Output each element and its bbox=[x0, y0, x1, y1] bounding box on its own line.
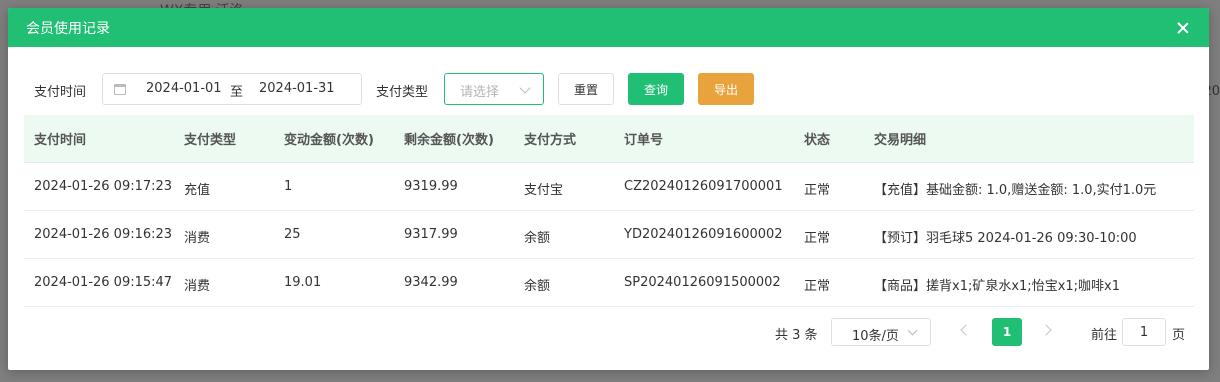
date-range-picker[interactable]: 2024-01-01 至 2024-01-31 bbox=[102, 73, 362, 105]
cell-change-amount: 19.01 bbox=[284, 275, 322, 290]
table-header: 支付时间 支付类型 变动金额(次数) 剩余金额(次数) 支付方式 订单号 状态 … bbox=[24, 115, 1194, 163]
total-count: 共 3 条 bbox=[775, 328, 818, 343]
pay-type-select[interactable]: 请选择 bbox=[444, 73, 544, 105]
pay-time-label: 支付时间 bbox=[34, 85, 87, 100]
reset-button[interactable]: 重置 bbox=[558, 73, 614, 105]
page-size-value: 10条/页 bbox=[852, 329, 899, 344]
cell-status: 正常 bbox=[804, 183, 831, 198]
goto-label: 前往 bbox=[1091, 328, 1118, 343]
page-number-current[interactable]: 1 bbox=[992, 318, 1022, 346]
goto-suffix: 页 bbox=[1172, 328, 1186, 343]
modal-title: 会员使用记录 bbox=[26, 20, 110, 37]
cell-pay-time: 2024-01-26 09:17:23 bbox=[34, 179, 173, 194]
records-table: 支付时间 支付类型 变动金额(次数) 剩余金额(次数) 支付方式 订单号 状态 … bbox=[24, 115, 1194, 307]
pagination: 共 3 条 10条/页 1 前往 页 bbox=[8, 317, 1209, 347]
next-page-icon[interactable] bbox=[1040, 324, 1052, 336]
header-pay-time: 支付时间 bbox=[34, 133, 87, 148]
table-row: 2024-01-26 09:15:47 消费 19.01 9342.99 余额 … bbox=[24, 259, 1194, 307]
date-start[interactable]: 2024-01-01 bbox=[146, 81, 222, 96]
cell-balance: 9319.99 bbox=[404, 179, 458, 194]
cell-pay-type: 充值 bbox=[184, 183, 211, 198]
cell-order-no: YD20240126091600002 bbox=[624, 227, 783, 242]
cell-change-amount: 1 bbox=[284, 179, 293, 194]
query-button[interactable]: 查询 bbox=[628, 73, 684, 105]
header-balance: 剩余金额(次数) bbox=[404, 133, 494, 148]
close-icon[interactable] bbox=[1175, 20, 1191, 36]
cell-detail: 【商品】搓背x1;矿泉水x1;怡宝x1;咖啡x1 bbox=[874, 279, 1120, 294]
cell-pay-type: 消费 bbox=[184, 231, 211, 246]
cell-pay-method: 余额 bbox=[524, 279, 551, 294]
cell-pay-type: 消费 bbox=[184, 279, 211, 294]
cell-balance: 9342.99 bbox=[404, 275, 458, 290]
cell-order-no: SP20240126091500002 bbox=[624, 275, 781, 290]
cell-order-no: CZ20240126091700001 bbox=[624, 179, 783, 194]
header-detail: 交易明细 bbox=[874, 133, 927, 148]
header-pay-method: 支付方式 bbox=[524, 133, 577, 148]
pay-type-label: 支付类型 bbox=[376, 85, 429, 100]
header-pay-type: 支付类型 bbox=[184, 133, 237, 148]
goto-page-input[interactable] bbox=[1122, 318, 1166, 346]
usage-record-modal: 会员使用记录 支付时间 2024-01-01 至 2024-01-31 支付类型… bbox=[8, 8, 1209, 370]
header-order-no: 订单号 bbox=[624, 133, 664, 148]
table-row: 2024-01-26 09:16:23 消费 25 9317.99 余额 YD2… bbox=[24, 211, 1194, 259]
date-separator: 至 bbox=[230, 85, 244, 100]
cell-pay-method: 支付宝 bbox=[524, 183, 564, 198]
cell-pay-time: 2024-01-26 09:15:47 bbox=[34, 275, 173, 290]
cell-change-amount: 25 bbox=[284, 227, 301, 242]
cell-status: 正常 bbox=[804, 231, 831, 246]
page-size-select[interactable]: 10条/页 bbox=[831, 318, 931, 346]
header-status: 状态 bbox=[804, 133, 831, 148]
modal-header: 会员使用记录 bbox=[8, 8, 1209, 47]
cell-balance: 9317.99 bbox=[404, 227, 458, 242]
filter-bar: 支付时间 2024-01-01 至 2024-01-31 支付类型 请选择 重置… bbox=[8, 73, 1209, 105]
cell-detail: 【预订】羽毛球5 2024-01-26 09:30-10:00 bbox=[874, 231, 1137, 246]
export-button[interactable]: 导出 bbox=[698, 73, 754, 105]
date-end[interactable]: 2024-01-31 bbox=[259, 81, 335, 96]
calendar-icon bbox=[114, 84, 126, 95]
prev-page-icon[interactable] bbox=[960, 324, 972, 336]
table-row: 2024-01-26 09:17:23 充值 1 9319.99 支付宝 CZ2… bbox=[24, 163, 1194, 211]
cell-status: 正常 bbox=[804, 279, 831, 294]
header-change-amount: 变动金额(次数) bbox=[284, 133, 374, 148]
cell-pay-time: 2024-01-26 09:16:23 bbox=[34, 227, 173, 242]
chevron-down-icon bbox=[907, 325, 918, 336]
pay-type-placeholder: 请选择 bbox=[460, 85, 500, 100]
cell-pay-method: 余额 bbox=[524, 231, 551, 246]
chevron-down-icon bbox=[519, 82, 531, 94]
cell-detail: 【充值】基础金额: 1.0,赠送金额: 1.0,实付1.0元 bbox=[874, 183, 1157, 198]
